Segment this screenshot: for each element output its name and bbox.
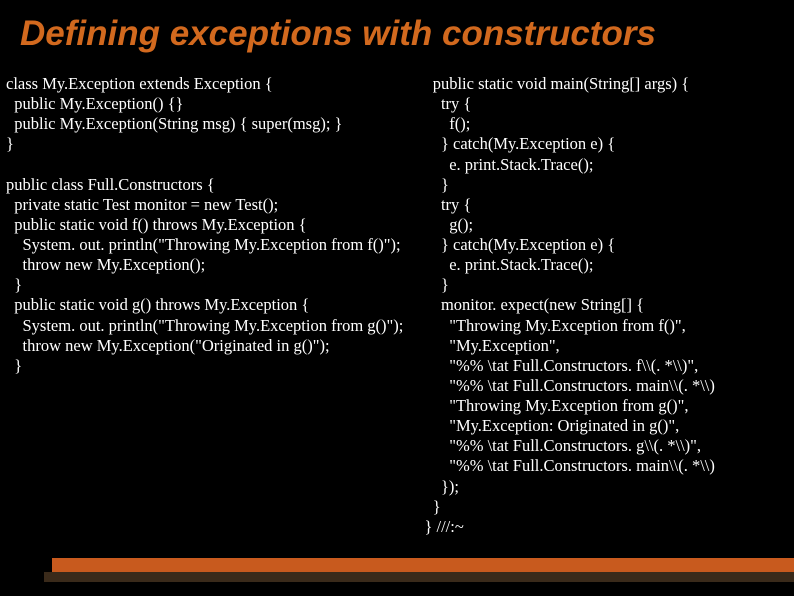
footer-bar-dark — [44, 572, 794, 582]
footer-decoration — [0, 552, 794, 582]
code-block-left: class My.Exception extends Exception { p… — [6, 74, 424, 376]
slide-title: Defining exceptions with constructors — [0, 0, 794, 54]
code-column-left: class My.Exception extends Exception { p… — [0, 74, 424, 537]
slide: Defining exceptions with constructors cl… — [0, 0, 794, 596]
slide-content: class My.Exception extends Exception { p… — [0, 54, 794, 537]
code-block-right: public static void main(String[] args) {… — [424, 74, 794, 537]
code-column-right: public static void main(String[] args) {… — [424, 74, 794, 537]
